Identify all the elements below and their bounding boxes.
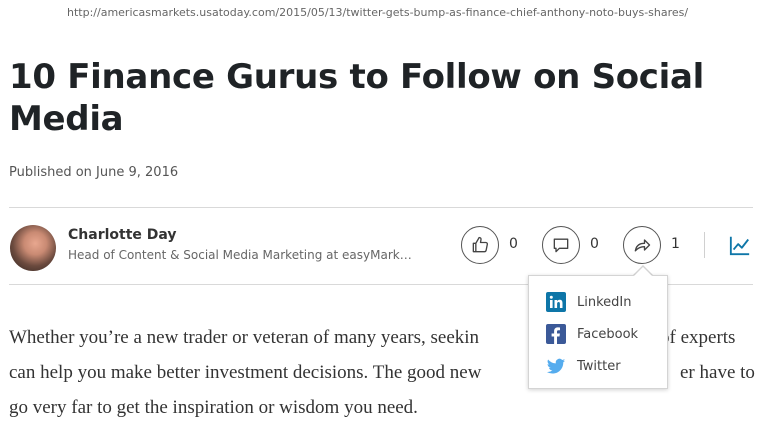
body-line-2: can help you make better investment deci… xyxy=(9,362,482,383)
source-url[interactable]: http://americasmarkets.usatoday.com/2015… xyxy=(67,6,688,19)
thumbs-up-icon xyxy=(472,236,489,253)
article-title: 10 Finance Gurus to Follow on Social Med… xyxy=(9,57,705,139)
action-separator xyxy=(704,232,705,258)
author-headline: Head of Content & Social Media Marketing… xyxy=(68,248,412,262)
comment-button[interactable] xyxy=(542,226,580,264)
divider-top xyxy=(9,207,753,208)
author-name[interactable]: Charlotte Day xyxy=(68,227,177,243)
comment-count: 0 xyxy=(590,236,599,252)
body-line-3: go very far to get the inspiration or wi… xyxy=(9,397,418,418)
share-facebook-label: Facebook xyxy=(577,326,639,342)
share-linkedin-label: LinkedIn xyxy=(577,294,632,310)
like-button[interactable] xyxy=(461,226,499,264)
comment-icon xyxy=(553,238,569,253)
share-menu: LinkedIn Facebook Twitter xyxy=(528,275,668,389)
facebook-icon xyxy=(546,324,566,344)
body-fragment-1: of experts xyxy=(660,327,736,348)
published-date: Published on June 9, 2016 xyxy=(9,165,179,180)
avatar[interactable] xyxy=(10,225,56,271)
dropdown-caret-fill xyxy=(633,267,653,277)
body-line: go very far to get the inspiration or wi… xyxy=(9,390,759,425)
body-fragment-2: er have to xyxy=(680,362,755,383)
share-count: 1 xyxy=(671,236,680,252)
share-arrow-icon xyxy=(634,239,651,252)
share-button[interactable] xyxy=(623,226,661,264)
share-linkedin[interactable]: LinkedIn xyxy=(546,291,664,313)
stats-icon[interactable] xyxy=(729,234,751,256)
linkedin-icon xyxy=(546,292,566,312)
share-facebook[interactable]: Facebook xyxy=(546,323,664,345)
body-line-1: Whether you’re a new trader or veteran o… xyxy=(9,327,480,348)
share-twitter-label: Twitter xyxy=(577,358,621,374)
share-twitter[interactable]: Twitter xyxy=(546,355,664,377)
like-count: 0 xyxy=(509,236,518,252)
twitter-icon xyxy=(546,358,566,374)
